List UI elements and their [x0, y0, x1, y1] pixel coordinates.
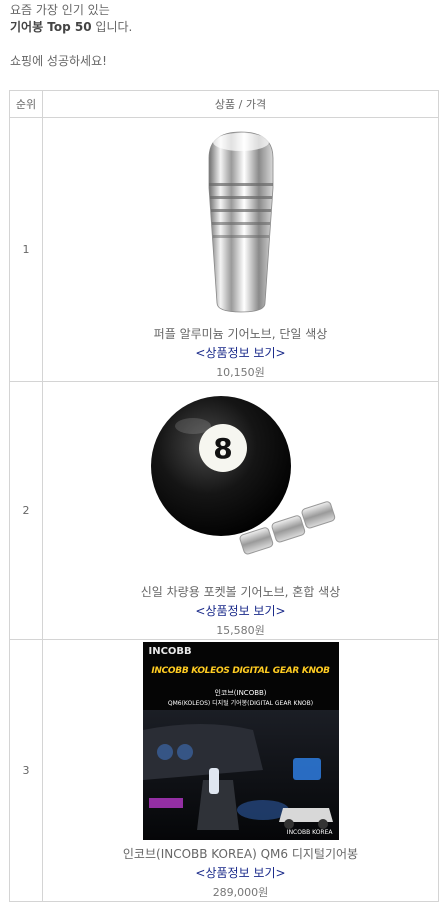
intro-line-2-rest: 입니다.	[91, 20, 133, 34]
product-cell: 퍼플 알루미늄 기어노브, 단일 색상 <상품정보 보기> 10,150원	[42, 117, 439, 382]
header-rank: 순위	[9, 90, 43, 118]
table-row: 2 8 신일 차량용 포켓볼 기어노브, 혼합 색상 <상품정보 보기> 15,…	[9, 381, 439, 640]
gear-knob-chrome-image	[208, 131, 273, 313]
svg-text:8: 8	[213, 432, 232, 465]
product-info-link[interactable]: <상품정보 보기>	[44, 602, 437, 619]
intro-line-2: 기어봉 Top 50 입니다.	[10, 19, 440, 36]
product-info-link[interactable]: <상품정보 보기>	[44, 864, 437, 881]
product-image-3[interactable]: INCOBB INCOBB KOLEOS DIGITAL GEAR KNOB 인…	[44, 641, 437, 841]
product-image-2[interactable]: 8	[44, 383, 437, 579]
intro-line-3: 쇼핑에 성공하세요!	[10, 54, 107, 68]
eight-ball-knob-image: 8	[150, 396, 335, 555]
product-price: 15,580원	[216, 624, 265, 637]
product-price: 10,150원	[216, 366, 265, 379]
product-cell: INCOBB INCOBB KOLEOS DIGITAL GEAR KNOB 인…	[42, 639, 439, 902]
product-name: 신일 차량용 포켓볼 기어노브, 혼합 색상	[140, 585, 341, 599]
product-name: 퍼플 알루미늄 기어노브, 단일 색상	[153, 327, 328, 341]
product-cell: 8 신일 차량용 포켓볼 기어노브, 혼합 색상 <상품정보 보기> 15,58…	[42, 381, 439, 640]
intro-line-1: 요즘 가장 인기 있는	[10, 3, 110, 17]
incobb-banner: INCOBB INCOBB KOLEOS DIGITAL GEAR KNOB 인…	[142, 642, 339, 840]
intro-text: 요즘 가장 인기 있는 기어봉 Top 50 입니다. 쇼핑에 성공하세요!	[0, 0, 440, 70]
banner-sub2: QM6(KOLEOS) 디지털 기어봉(DIGITAL GEAR KNOB)	[167, 700, 314, 707]
table-row: 1 퍼플 알루미늄 기어노브, 단일 색상 <상품정보 보기> 10,150원	[9, 117, 439, 382]
banner-sub1: 인코브(INCOBB)	[214, 689, 267, 697]
intro-spacer	[10, 36, 440, 53]
product-image-1[interactable]	[44, 119, 437, 321]
rank-number: 2	[9, 381, 43, 640]
intro-highlight: 기어봉 Top 50	[10, 20, 92, 34]
car-interior-image	[142, 710, 339, 840]
rank-number: 3	[9, 639, 43, 902]
table-header-row: 순위 상품 / 가격	[9, 90, 439, 118]
banner-corner-text: INCOBB KOREA	[286, 829, 333, 836]
banner-headline: INCOBB KOLEOS DIGITAL GEAR KNOB	[151, 666, 330, 676]
banner-brand: INCOBB	[148, 646, 192, 657]
header-product: 상품 / 가격	[42, 90, 439, 118]
ranking-table: 순위 상품 / 가격 1 퍼플 알루미늄 기어노브, 단일 색상 <상품정보 보…	[9, 90, 439, 902]
rank-number: 1	[9, 117, 43, 382]
product-info-link[interactable]: <상품정보 보기>	[44, 344, 437, 361]
product-name: 인코브(INCOBB KOREA) QM6 디지털기어봉	[122, 847, 359, 861]
table-row: 3 INCOBB INCOBB KOLEOS DIGITAL GEAR KNOB…	[9, 639, 439, 902]
product-price: 289,000원	[212, 886, 269, 899]
